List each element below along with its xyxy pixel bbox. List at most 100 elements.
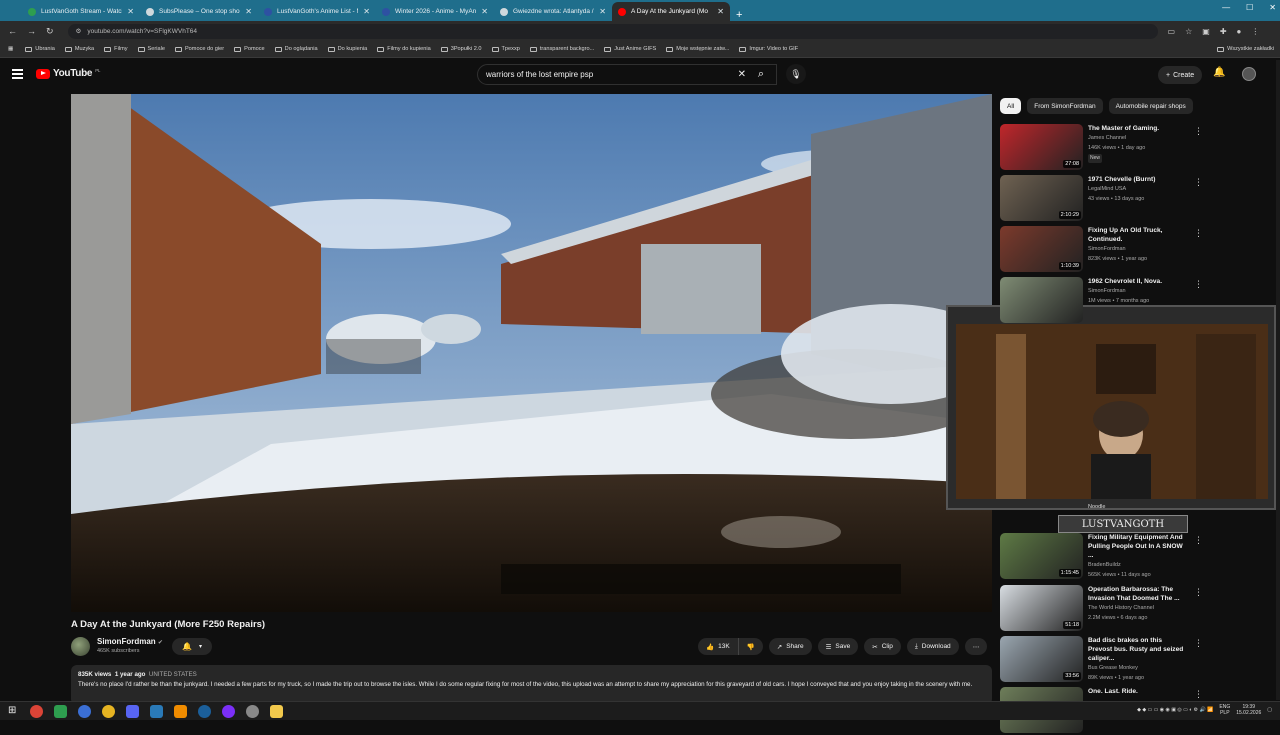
discord-icon[interactable] [126, 705, 139, 718]
filter-chip[interactable]: Automobile repair shops [1108, 98, 1193, 114]
cast-icon[interactable]: ▭ [1168, 27, 1176, 36]
url-field[interactable]: ⚙ youtube.com/watch?v=SFlgKWVhT64 [67, 23, 1158, 39]
description-box[interactable]: 835K views 1 year ago UNITED STATES Ther… [71, 665, 992, 705]
browser-tab[interactable]: Winter 2026 - Anime - MyAnim ✕ [376, 2, 494, 21]
puzzle-icon[interactable]: ✚ [1220, 27, 1227, 36]
green-app-icon[interactable] [54, 705, 67, 718]
back-icon[interactable]: ← [8, 26, 17, 36]
profile-icon[interactable]: ● [1237, 27, 1242, 36]
more-options-icon[interactable]: ⋮ [1194, 638, 1203, 649]
chrome-icon[interactable] [30, 705, 43, 718]
pinned-app-icon[interactable] [102, 705, 115, 718]
more-options-icon[interactable]: ⋮ [1194, 689, 1203, 700]
like-button[interactable]: 👍 13K [698, 638, 739, 655]
clock[interactable]: 19:39 15.02.2026 [1236, 704, 1261, 716]
site-info-icon[interactable]: ⚙ [76, 27, 82, 35]
search-button[interactable]: ⌕ [748, 64, 774, 85]
recommended-video[interactable]: 33:56 Bad disc brakes on this Prevost bus… [1000, 636, 1275, 684]
bookmark-item[interactable]: Ubrania [25, 46, 55, 52]
dislike-button[interactable]: 👎 [738, 638, 763, 655]
close-tab-icon[interactable]: ✕ [363, 7, 370, 16]
forward-icon[interactable]: → [27, 26, 36, 36]
more-options-icon[interactable]: ⋮ [1194, 126, 1203, 137]
hamburger-menu-icon[interactable] [12, 69, 23, 81]
steam-icon[interactable] [198, 705, 211, 718]
bookmark-item[interactable]: Tpexxp [491, 46, 520, 52]
more-options-icon[interactable]: ⋮ [1194, 587, 1203, 598]
file-explorer-icon[interactable] [270, 705, 283, 718]
more-options-icon[interactable]: ⋮ [1194, 177, 1203, 188]
video-thumbnail[interactable]: 2:10:29 [1000, 175, 1083, 221]
browser-menu-icon[interactable]: ⋮ [1251, 27, 1259, 36]
vlc-icon[interactable] [174, 705, 187, 718]
video-thumbnail[interactable]: 33:56 [1000, 636, 1083, 682]
channel-name[interactable]: SimonFordman ✔ [97, 637, 163, 646]
account-avatar[interactable] [1242, 67, 1256, 81]
browser-tab[interactable]: A Day At the Junkyard (Mo ✕ [612, 2, 730, 21]
browser-icon[interactable] [78, 705, 91, 718]
video-thumbnail[interactable] [1000, 277, 1083, 323]
notifications-icon[interactable]: ▢ [1267, 707, 1272, 713]
recommended-video[interactable]: 2:10:29 1971 Chevelle (Burnt) LegalMind US… [1000, 175, 1275, 223]
bookmark-item[interactable]: Pomoce [234, 46, 265, 52]
more-actions-button[interactable]: ⋯ [964, 638, 988, 655]
recommended-video[interactable]: 1962 Chevrolet II, Nova. SimonFordman 1M v… [1000, 277, 1275, 325]
bookmark-item[interactable]: Muzyka [64, 46, 94, 52]
recommended-video[interactable]: 27:08 The Master of Gaming. James Channel 1… [1000, 124, 1275, 172]
close-tab-icon[interactable]: ✕ [481, 7, 488, 16]
maximize-button[interactable]: ☐ [1246, 3, 1253, 12]
extension-icon[interactable]: ▣ [1202, 27, 1210, 36]
store-icon[interactable] [150, 705, 163, 718]
close-tab-icon[interactable]: ✕ [245, 7, 252, 16]
clip-button[interactable]: ✂ Clip [864, 638, 901, 655]
new-tab-button[interactable]: + [730, 9, 748, 21]
bookmark-item[interactable]: Filmy [104, 46, 128, 52]
download-button[interactable]: ⤓ Download [906, 638, 959, 655]
create-button[interactable]: + Create [1158, 66, 1203, 84]
close-tab-icon[interactable]: ✕ [127, 7, 134, 16]
bookmark-item[interactable]: Moje wstępnie zatw... [666, 46, 729, 52]
browser-tab[interactable]: SubsPlease – One stop shop fo ✕ [140, 2, 258, 21]
filter-chip[interactable]: From SimonFordman [1027, 98, 1103, 114]
bookmark-item[interactable]: Do oglądania [274, 46, 318, 52]
more-options-icon[interactable]: ⋮ [1194, 279, 1203, 290]
apps-grid-icon[interactable]: ▦ [8, 46, 13, 52]
bookmark-item[interactable]: Do kupienia [327, 46, 367, 52]
search-input[interactable]: warriors of the lost empire psp ✕ [477, 64, 777, 85]
youtube-logo[interactable]: YouTube PL [36, 68, 100, 79]
video-player[interactable] [71, 94, 992, 612]
bookmark-item[interactable]: Just Anime GIFS [604, 46, 656, 52]
bookmark-item[interactable]: Imgur: Video to GIF [739, 46, 798, 52]
video-thumbnail[interactable]: 1:10:39 [1000, 226, 1083, 272]
language-indicator[interactable]: ENG PLP [1219, 704, 1230, 716]
close-tab-icon[interactable]: ✕ [599, 7, 606, 16]
save-button[interactable]: ☰ Save [817, 638, 859, 655]
tray-icons[interactable]: ◆ ◆ ▭ ▭ ◉ ◉ ▣ ◎ ▭ ◐ ⚙ 🔊 📶 [1137, 707, 1213, 713]
browser-tab[interactable]: Gwiezdne wrota: Atlantyda / Sta ✕ [494, 2, 612, 21]
subscription-bell-button[interactable]: 🔔 ▾ [172, 638, 212, 655]
close-tab-icon[interactable]: ✕ [717, 7, 724, 16]
all-bookmarks[interactable]: Wszystkie zakładki [1217, 46, 1274, 52]
share-button[interactable]: ↗ Share [768, 638, 812, 655]
video-thumbnail[interactable]: 27:08 [1000, 124, 1083, 170]
channel-avatar[interactable] [71, 637, 90, 656]
bookmark-item[interactable]: transparent backgro... [529, 46, 594, 52]
filter-chip[interactable]: All [1000, 98, 1022, 114]
voice-search-button[interactable]: 🎙 [786, 64, 806, 84]
browser-tab[interactable]: LustVanGoth's Anime List - My ✕ [258, 2, 376, 21]
page-scrollbar[interactable] [1276, 60, 1280, 700]
bookmark-item[interactable]: Seriale [137, 46, 165, 52]
browser-tab[interactable]: LustVanGoth Stream - Watch Li ✕ [22, 2, 140, 21]
close-window-button[interactable]: ✕ [1269, 3, 1276, 12]
video-thumbnail[interactable]: 1:15:45 [1000, 533, 1083, 579]
minimize-button[interactable]: — [1222, 3, 1230, 12]
gear-app-icon[interactable] [246, 705, 259, 718]
more-options-icon[interactable]: ⋮ [1194, 535, 1203, 546]
recommended-video[interactable]: 1:15:45 Fixing Military Equipment And Pul… [1000, 533, 1275, 581]
clear-search-icon[interactable]: ✕ [738, 69, 746, 80]
bookmark-item[interactable]: Filmy do kupienia [377, 46, 431, 52]
bookmark-item[interactable]: Pomoce do gier [174, 46, 224, 52]
windows-start-icon[interactable]: ⊞ [8, 705, 16, 716]
notifications-bell-icon[interactable]: 🔔 [1213, 67, 1225, 78]
bookmark-star-icon[interactable]: ☆ [1185, 27, 1192, 36]
